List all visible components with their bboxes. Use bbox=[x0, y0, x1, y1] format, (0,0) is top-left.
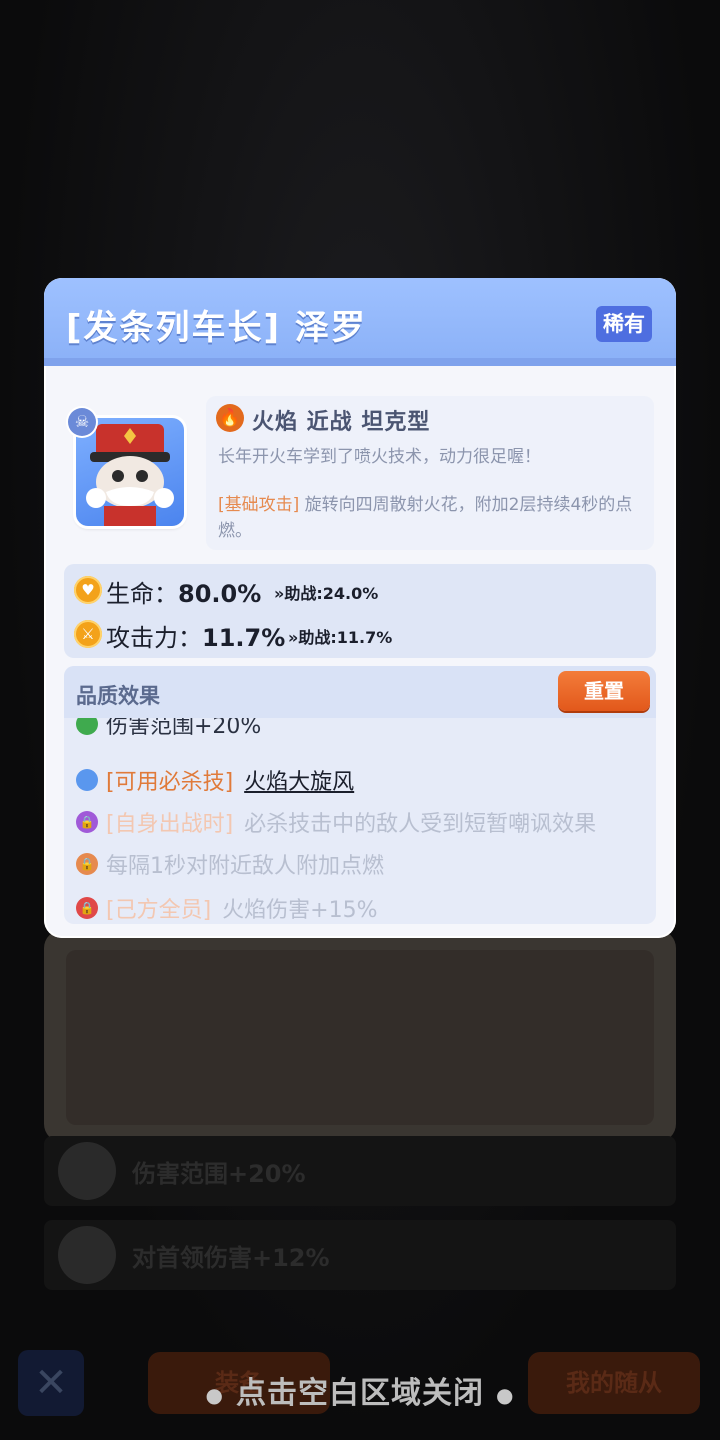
blue-dot-icon bbox=[76, 769, 98, 791]
background-row-text: 对首领伤害+12% bbox=[132, 1244, 330, 1272]
background-panel-inner bbox=[66, 950, 654, 1125]
bullet-icon: ● bbox=[496, 1382, 515, 1407]
stat-hp-value: 80.0% bbox=[178, 580, 262, 608]
character-title: [发条列车长] 泽罗 bbox=[66, 308, 367, 348]
background-row: 伤害范围+20% bbox=[44, 1136, 676, 1206]
quality-item-text: [可用必杀技] 火焰大旋风 bbox=[106, 764, 354, 796]
stat-attack-value: 11.7% bbox=[202, 624, 286, 652]
modal-header: [发条列车长] 泽罗 稀有 bbox=[44, 278, 676, 366]
stat-hp-name: 生命： bbox=[106, 580, 178, 608]
stat-hp-label: 生命：80.0% bbox=[106, 574, 261, 609]
rarity-badge: 稀有 bbox=[596, 306, 652, 342]
quality-effects-box[interactable]: 伤害范围+20% 品质效果 重置 [可用必杀技] 火焰大旋风 🔒 [自身出战时]… bbox=[64, 666, 656, 924]
background-row-text: 伤害范围+20% bbox=[132, 1160, 306, 1188]
lock-icon: 🔒 bbox=[76, 897, 98, 919]
bullet-icon: ● bbox=[205, 1382, 224, 1407]
close-hint-text: 点击空白区域关闭 bbox=[236, 1376, 484, 1411]
basic-attack-tag: [基础攻击] bbox=[218, 495, 300, 515]
character-description-box: 🔥 火焰 近战 坦克型 长年开火车学到了喷火技术，动力很足喔！ [基础攻击] 旋… bbox=[206, 396, 654, 550]
quality-title: 品质效果 bbox=[76, 684, 160, 708]
sword-icon: ⚔ bbox=[74, 620, 102, 648]
character-description: 长年开火车学到了喷火技术，动力很足喔！ bbox=[218, 447, 541, 467]
character-portrait-icon bbox=[86, 424, 174, 526]
quality-item-text: [自身出战时] 必杀技击中的敌人受到短暂嘲讽效果 bbox=[106, 806, 596, 838]
quality-item-desc: 必杀技击中的敌人受到短暂嘲讽效果 bbox=[244, 812, 597, 837]
stat-row-hp: ♥ 生命：80.0% »助战:24.0% bbox=[74, 574, 654, 608]
fire-icon: 🔥 bbox=[216, 404, 244, 432]
stat-attack-name: 攻击力： bbox=[106, 624, 202, 652]
character-type: 火焰 近战 坦克型 bbox=[252, 410, 431, 435]
quality-item-desc: 火焰伤害+15% bbox=[222, 898, 378, 923]
heart-icon: ♥ bbox=[74, 576, 102, 604]
character-detail-modal: [发条列车长] 泽罗 稀有 ☠ 🔥 火焰 近战 坦克型 长年开火车学到了喷火技术… bbox=[44, 278, 676, 938]
stat-row-attack: ⚔ 攻击力：11.7% »助战:11.7% bbox=[74, 618, 654, 652]
stat-attack-label: 攻击力：11.7% bbox=[106, 618, 285, 653]
stat-attack-assist: »助战:11.7% bbox=[288, 628, 393, 647]
lock-icon: 🔒 bbox=[76, 811, 98, 833]
reset-button[interactable]: 重置 bbox=[558, 671, 650, 711]
quality-item-tag: [己方全员] bbox=[106, 898, 212, 923]
lock-icon: 🔒 bbox=[76, 853, 98, 875]
skull-icon: ☠ bbox=[68, 408, 96, 436]
background-row-thumb bbox=[58, 1142, 116, 1200]
character-avatar-wrap: ☠ bbox=[68, 408, 188, 530]
stats-box: ♥ 生命：80.0% »助战:24.0% ⚔ 攻击力：11.7% »助战:11.… bbox=[64, 564, 656, 658]
quality-item-text: [己方全员] 火焰伤害+15% bbox=[106, 892, 378, 924]
background-row-thumb bbox=[58, 1226, 116, 1284]
quality-item-text: 每隔1秒对附近敌人附加点燃 bbox=[106, 854, 384, 879]
quality-item-tag: [可用必杀技] bbox=[106, 770, 234, 795]
basic-attack-description: [基础攻击] 旋转向四周散射火花，附加2层持续4秒的点燃。 bbox=[218, 492, 646, 544]
background-row: 对首领伤害+12% bbox=[44, 1220, 676, 1290]
stat-hp-assist: »助战:24.0% bbox=[274, 584, 379, 603]
ultimate-skill-link[interactable]: 火焰大旋风 bbox=[244, 770, 354, 795]
close-hint[interactable]: ● 点击空白区域关闭 ● bbox=[0, 1368, 720, 1412]
quality-header: 品质效果 重置 bbox=[64, 666, 656, 718]
quality-item-tag: [自身出战时] bbox=[106, 812, 234, 837]
character-avatar bbox=[76, 418, 184, 526]
